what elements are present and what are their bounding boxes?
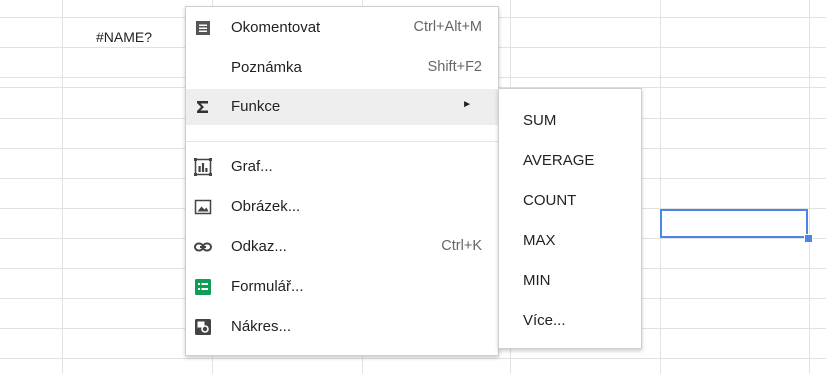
submenu-item-more[interactable]: Více... bbox=[499, 302, 641, 338]
image-icon bbox=[194, 198, 212, 216]
selected-cell[interactable] bbox=[660, 209, 808, 238]
menu-item-function[interactable]: Funkce ► bbox=[186, 89, 498, 125]
menu-item-label: Graf... bbox=[231, 158, 273, 175]
fill-handle[interactable] bbox=[804, 234, 813, 243]
menu-item-link[interactable]: Odkaz... Ctrl+K bbox=[186, 229, 498, 265]
submenu-item-label: Více... bbox=[523, 312, 566, 329]
menu-item-label: Obrázek... bbox=[231, 198, 301, 215]
menu-separator bbox=[186, 141, 498, 142]
menu-item-image[interactable]: Obrázek... bbox=[186, 189, 498, 225]
form-icon bbox=[194, 278, 212, 296]
column-divider bbox=[809, 0, 810, 374]
menu-item-label: Nákres... bbox=[231, 318, 292, 335]
submenu-item-min[interactable]: MIN bbox=[499, 262, 641, 298]
sigma-icon bbox=[194, 98, 212, 116]
menu-item-label: Okomentovat bbox=[231, 19, 321, 36]
menu-item-shortcut: Ctrl+K bbox=[441, 238, 482, 254]
submenu-item-label: AVERAGE bbox=[523, 152, 595, 169]
submenu-item-average[interactable]: AVERAGE bbox=[499, 142, 641, 178]
chart-icon bbox=[194, 158, 212, 176]
submenu-item-label: COUNT bbox=[523, 192, 577, 209]
menu-item-label: Odkaz... bbox=[231, 238, 287, 255]
cell-value[interactable]: #NAME? bbox=[96, 29, 152, 45]
submenu-item-label: SUM bbox=[523, 112, 557, 129]
row-divider bbox=[0, 358, 826, 359]
menu-item-chart[interactable]: Graf... bbox=[186, 149, 498, 185]
menu-item-form[interactable]: Formulář... bbox=[186, 269, 498, 305]
menu-item-drawing[interactable]: Nákres... bbox=[186, 309, 498, 345]
submenu-item-label: MIN bbox=[523, 272, 551, 289]
submenu-arrow-icon: ► bbox=[462, 99, 472, 110]
submenu-item-sum[interactable]: SUM bbox=[499, 102, 641, 138]
submenu-item-label: MAX bbox=[523, 232, 556, 249]
drawing-icon bbox=[194, 318, 212, 336]
column-divider bbox=[62, 0, 63, 374]
menu-item-label: Poznámka bbox=[231, 59, 302, 76]
menu-item-label: Formulář... bbox=[231, 278, 304, 295]
link-icon bbox=[194, 238, 212, 256]
insert-menu: Okomentovat Ctrl+Alt+M Poznámka Shift+F2… bbox=[185, 6, 499, 356]
column-divider bbox=[660, 0, 661, 374]
menu-item-label: Funkce bbox=[231, 98, 281, 115]
comment-icon bbox=[194, 19, 212, 37]
menu-item-shortcut: Ctrl+Alt+M bbox=[413, 19, 483, 35]
menu-item-note[interactable]: Poznámka Shift+F2 bbox=[186, 50, 498, 86]
submenu-item-max[interactable]: MAX bbox=[499, 222, 641, 258]
function-submenu: SUM AVERAGE COUNT MAX MIN Více... bbox=[498, 88, 642, 349]
submenu-item-count[interactable]: COUNT bbox=[499, 182, 641, 218]
menu-item-shortcut: Shift+F2 bbox=[427, 59, 482, 75]
menu-item-comment[interactable]: Okomentovat Ctrl+Alt+M bbox=[186, 10, 498, 46]
